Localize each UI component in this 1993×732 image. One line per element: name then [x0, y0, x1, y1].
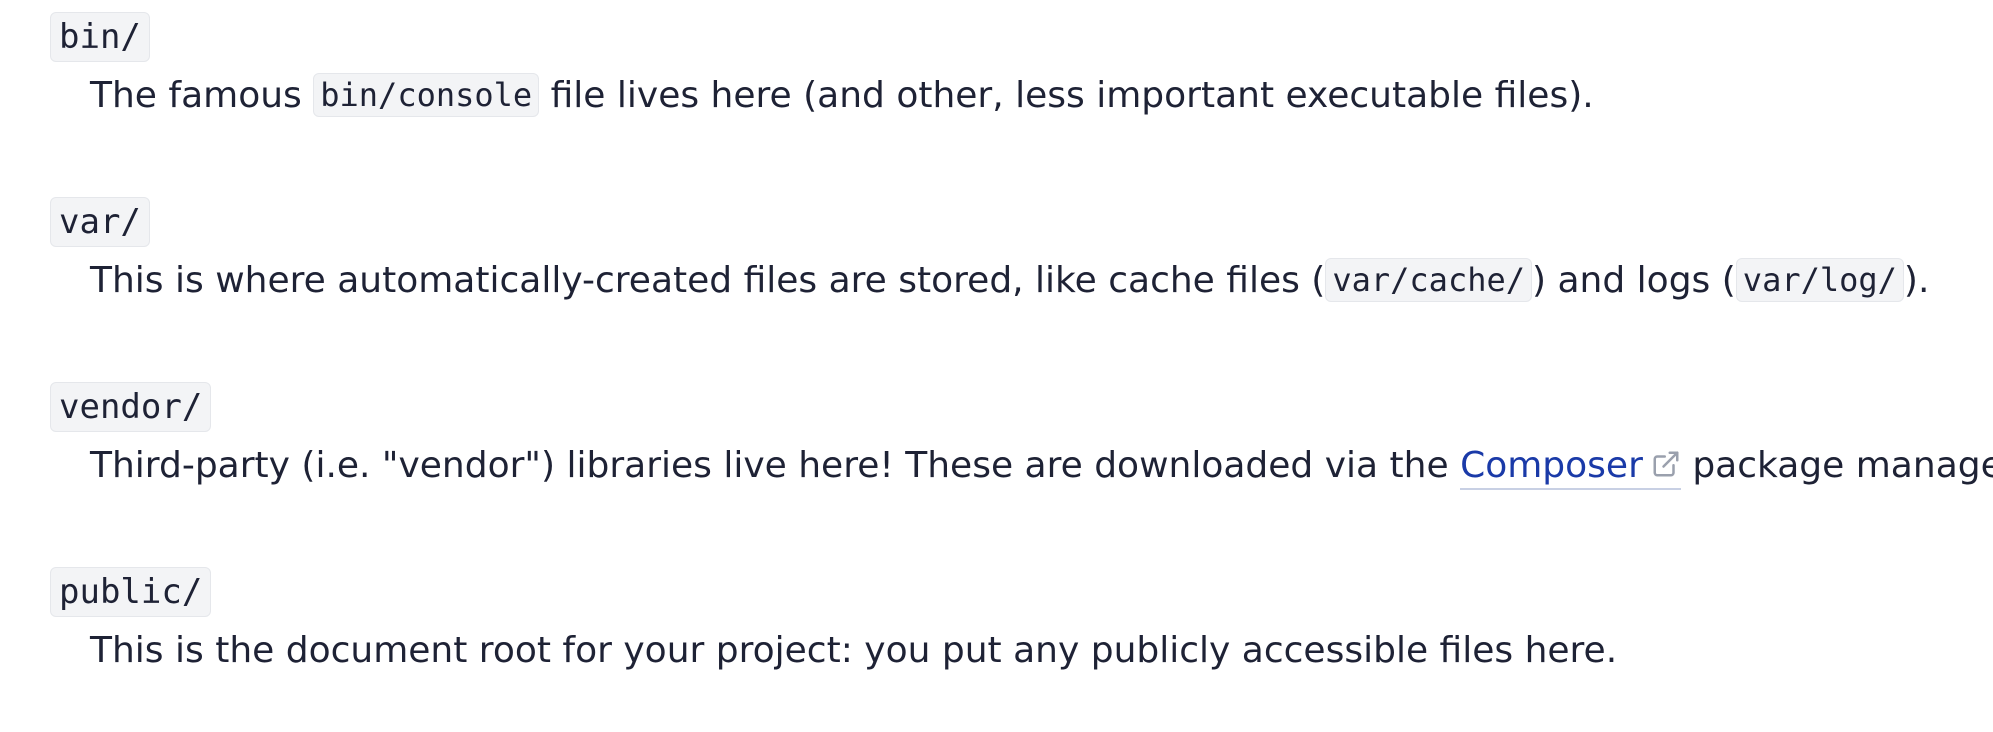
- entry-term-vendor: vendor/: [50, 382, 212, 432]
- entry-description-var: This is where automatically-created file…: [90, 257, 1929, 305]
- external-link-icon: [1653, 451, 1679, 477]
- entry-var: var/ This is where automatically-created…: [50, 197, 1993, 302]
- entry-term-var: var/: [50, 197, 150, 247]
- desc-text: ).: [1903, 260, 1930, 301]
- composer-link[interactable]: Composer: [1460, 445, 1681, 490]
- desc-text: ) and logs (: [1532, 260, 1736, 301]
- entry-description-vendor: Third-party (i.e. "vendor") libraries li…: [90, 442, 1993, 490]
- entry-term-public: public/: [50, 567, 212, 617]
- entry-bin: bin/ The famous bin/console file lives h…: [50, 12, 1993, 117]
- entry-description-public: This is the document root for your proje…: [90, 630, 1618, 671]
- entry-vendor: vendor/ Third-party (i.e. "vendor") libr…: [50, 382, 1993, 490]
- entry-public: public/ This is the document root for yo…: [50, 567, 1993, 671]
- composer-link-label: Composer: [1460, 445, 1643, 486]
- inline-code-bin-console: bin/console: [313, 73, 540, 117]
- desc-text: file lives here (and other, less importa…: [539, 75, 1594, 116]
- entry-description-bin: The famous bin/console file lives here (…: [90, 72, 1594, 120]
- desc-text: This is where automatically-created file…: [90, 260, 1326, 301]
- inline-code-var-log: var/log/: [1735, 258, 1904, 302]
- desc-text: The famous: [90, 75, 314, 116]
- entry-term-bin: bin/: [50, 12, 150, 62]
- inline-code-var-cache: var/cache/: [1325, 258, 1532, 302]
- desc-text: package manager.: [1680, 445, 1993, 486]
- directory-structure-list: bin/ The famous bin/console file lives h…: [0, 0, 1993, 732]
- desc-text: Third-party (i.e. "vendor") libraries li…: [90, 445, 1461, 486]
